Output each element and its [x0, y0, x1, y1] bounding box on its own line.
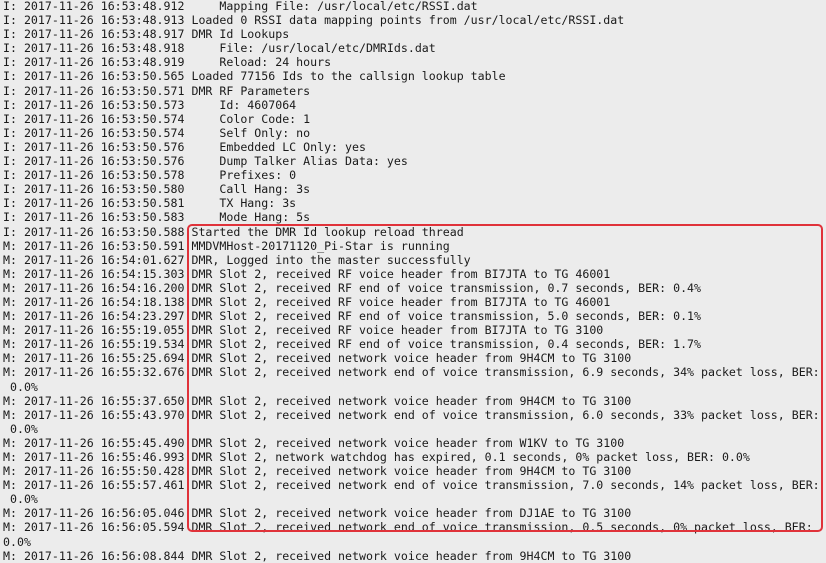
- log-line: M: 2017-11-26 16:55:50.428 DMR Slot 2, r…: [3, 464, 632, 479]
- log-line: 0.0%: [3, 421, 38, 436]
- log-line: I: 2017-11-26 16:53:50.576 Embedded LC O…: [3, 139, 366, 154]
- log-line: M: 2017-11-26 16:55:32.676 DMR Slot 2, r…: [3, 365, 820, 380]
- log-line: M: 2017-11-26 16:56:05.594 DMR Slot 2, r…: [3, 520, 813, 535]
- log-line: M: 2017-11-26 16:55:19.055 DMR Slot 2, r…: [3, 323, 604, 338]
- log-line: M: 2017-11-26 16:55:19.534 DMR Slot 2, r…: [3, 337, 702, 352]
- log-line: I: 2017-11-26 16:53:48.913 Loaded 0 RSSI…: [3, 13, 625, 28]
- log-line: M: 2017-11-26 16:54:01.627 DMR, Logged i…: [3, 252, 471, 267]
- log-line: I: 2017-11-26 16:53:50.583 Mode Hang: 5s: [3, 210, 311, 225]
- log-line: I: 2017-11-26 16:53:48.919 Reload: 24 ho…: [3, 55, 332, 70]
- log-line: M: 2017-11-26 16:54:15.303 DMR Slot 2, r…: [3, 266, 611, 281]
- log-line: M: 2017-11-26 16:56:08.844 DMR Slot 2, r…: [3, 548, 632, 563]
- log-line: I: 2017-11-26 16:53:50.588 Started the D…: [3, 224, 464, 239]
- log-line: I: 2017-11-26 16:53:50.573 Id: 4607064: [3, 97, 297, 112]
- log-line: M: 2017-11-26 16:55:46.993 DMR Slot 2, n…: [3, 450, 750, 464]
- log-line: M: 2017-11-26 16:54:18.138 DMR Slot 2, r…: [3, 294, 611, 309]
- log-line: I: 2017-11-26 16:53:48.912 Mapping File:…: [3, 0, 478, 13]
- log-line: I: 2017-11-26 16:53:50.574 Color Code: 1: [3, 111, 311, 126]
- log-line: I: 2017-11-26 16:53:50.578 Prefixes: 0: [3, 168, 297, 183]
- log-line: M: 2017-11-26 16:55:25.694 DMR Slot 2, r…: [3, 351, 632, 366]
- log-line: I: 2017-11-26 16:53:50.581 TX Hang: 3s: [3, 196, 297, 211]
- log-line: 0.0%: [3, 492, 38, 507]
- log-line: M: 2017-11-26 16:55:43.970 DMR Slot 2, r…: [3, 407, 820, 422]
- log-line: M: 2017-11-26 16:55:45.490 DMR Slot 2, r…: [3, 435, 625, 450]
- log-line: I: 2017-11-26 16:53:50.580 Call Hang: 3s: [3, 182, 311, 197]
- log-line: 0.0%: [3, 379, 38, 394]
- log-line: I: 2017-11-26 16:53:50.571 DMR RF Parame…: [3, 83, 311, 98]
- log-line: I: 2017-11-26 16:53:50.565 Loaded 77156 …: [3, 69, 506, 84]
- log-line: I: 2017-11-26 16:53:50.574 Self Only: no: [3, 125, 311, 140]
- log-line: M: 2017-11-26 16:56:05.046 DMR Slot 2, r…: [3, 506, 632, 521]
- log-line: I: 2017-11-26 16:53:50.576 Dump Talker A…: [3, 154, 408, 169]
- terminal-log: I: 2017-11-26 16:53:48.912 Mapping File:…: [3, 0, 826, 563]
- log-line: I: 2017-11-26 16:53:48.917 DMR Id Lookup…: [3, 27, 290, 42]
- log-line: M: 2017-11-26 16:54:16.200 DMR Slot 2, r…: [3, 280, 702, 295]
- log-line: M: 2017-11-26 16:54:23.297 DMR Slot 2, r…: [3, 309, 702, 324]
- log-line: M: 2017-11-26 16:53:50.591 MMDVMHost-201…: [3, 238, 450, 253]
- log-line: M: 2017-11-26 16:55:37.650 DMR Slot 2, r…: [3, 393, 632, 408]
- log-line: 0.0%: [3, 534, 31, 549]
- log-line: I: 2017-11-26 16:53:48.918 File: /usr/lo…: [3, 41, 436, 56]
- log-line: M: 2017-11-26 16:55:57.461 DMR Slot 2, r…: [3, 478, 820, 493]
